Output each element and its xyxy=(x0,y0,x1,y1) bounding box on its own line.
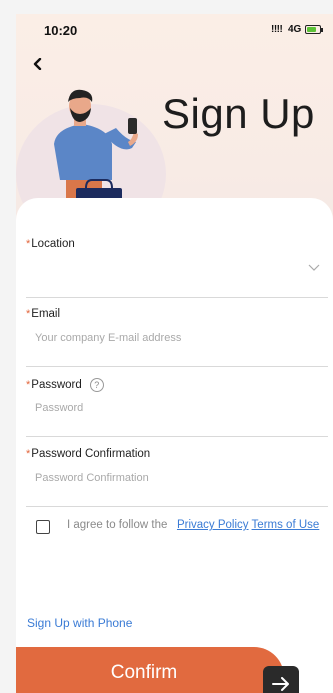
password-confirmation-input[interactable]: Password Confirmation xyxy=(35,472,149,484)
password-field[interactable]: * Password ? Password xyxy=(26,378,328,438)
page-title: Sign Up xyxy=(162,90,315,137)
terms-of-use-link[interactable]: Terms of Use xyxy=(252,519,320,531)
password-label: Password xyxy=(31,379,82,391)
arrow-right-icon xyxy=(272,677,289,691)
signup-form-card: * Location * Email Your company E-mail a… xyxy=(16,198,333,693)
divider xyxy=(26,297,328,298)
agree-checkbox[interactable] xyxy=(36,520,50,534)
status-time: 10:20 xyxy=(44,23,78,38)
required-mark: * xyxy=(26,308,31,320)
privacy-policy-link[interactable]: Privacy Policy xyxy=(177,519,249,531)
password-confirmation-label: Password Confirmation xyxy=(31,448,151,460)
password-input[interactable]: Password xyxy=(35,402,83,414)
person-illustration xyxy=(54,89,138,204)
email-field[interactable]: * Email Your company E-mail address xyxy=(26,308,328,368)
agreement-text: I agree to follow the Privacy Policy Ter… xyxy=(67,516,321,534)
required-mark: * xyxy=(26,238,31,250)
status-bar: 10:20 !!!! 4G xyxy=(16,14,333,48)
signup-with-phone-link[interactable]: Sign Up with Phone xyxy=(27,616,132,630)
required-mark: * xyxy=(26,379,31,391)
chevron-down-icon[interactable] xyxy=(308,264,320,272)
confirm-button[interactable]: Confirm xyxy=(16,647,284,693)
location-field[interactable]: * Location xyxy=(26,238,328,298)
next-button[interactable] xyxy=(263,666,299,693)
email-label: Email xyxy=(31,308,61,320)
phone-screen: 10:20 !!!! 4G Sign Up * Location * Email… xyxy=(16,14,333,693)
password-confirmation-field[interactable]: * Password Confirmation Password Confirm… xyxy=(26,448,328,508)
divider xyxy=(26,366,328,367)
divider xyxy=(26,506,328,507)
required-mark: * xyxy=(26,448,31,460)
location-label: Location xyxy=(31,238,75,250)
battery-icon xyxy=(305,25,323,34)
back-button[interactable] xyxy=(26,52,50,76)
email-input[interactable]: Your company E-mail address xyxy=(35,332,181,344)
divider xyxy=(26,436,328,437)
help-icon[interactable]: ? xyxy=(89,378,104,392)
agreement-label: I agree to follow the xyxy=(67,519,168,531)
network-type: 4G xyxy=(288,24,302,35)
signal-icon: !!!! xyxy=(271,24,283,35)
back-icon xyxy=(33,58,42,70)
